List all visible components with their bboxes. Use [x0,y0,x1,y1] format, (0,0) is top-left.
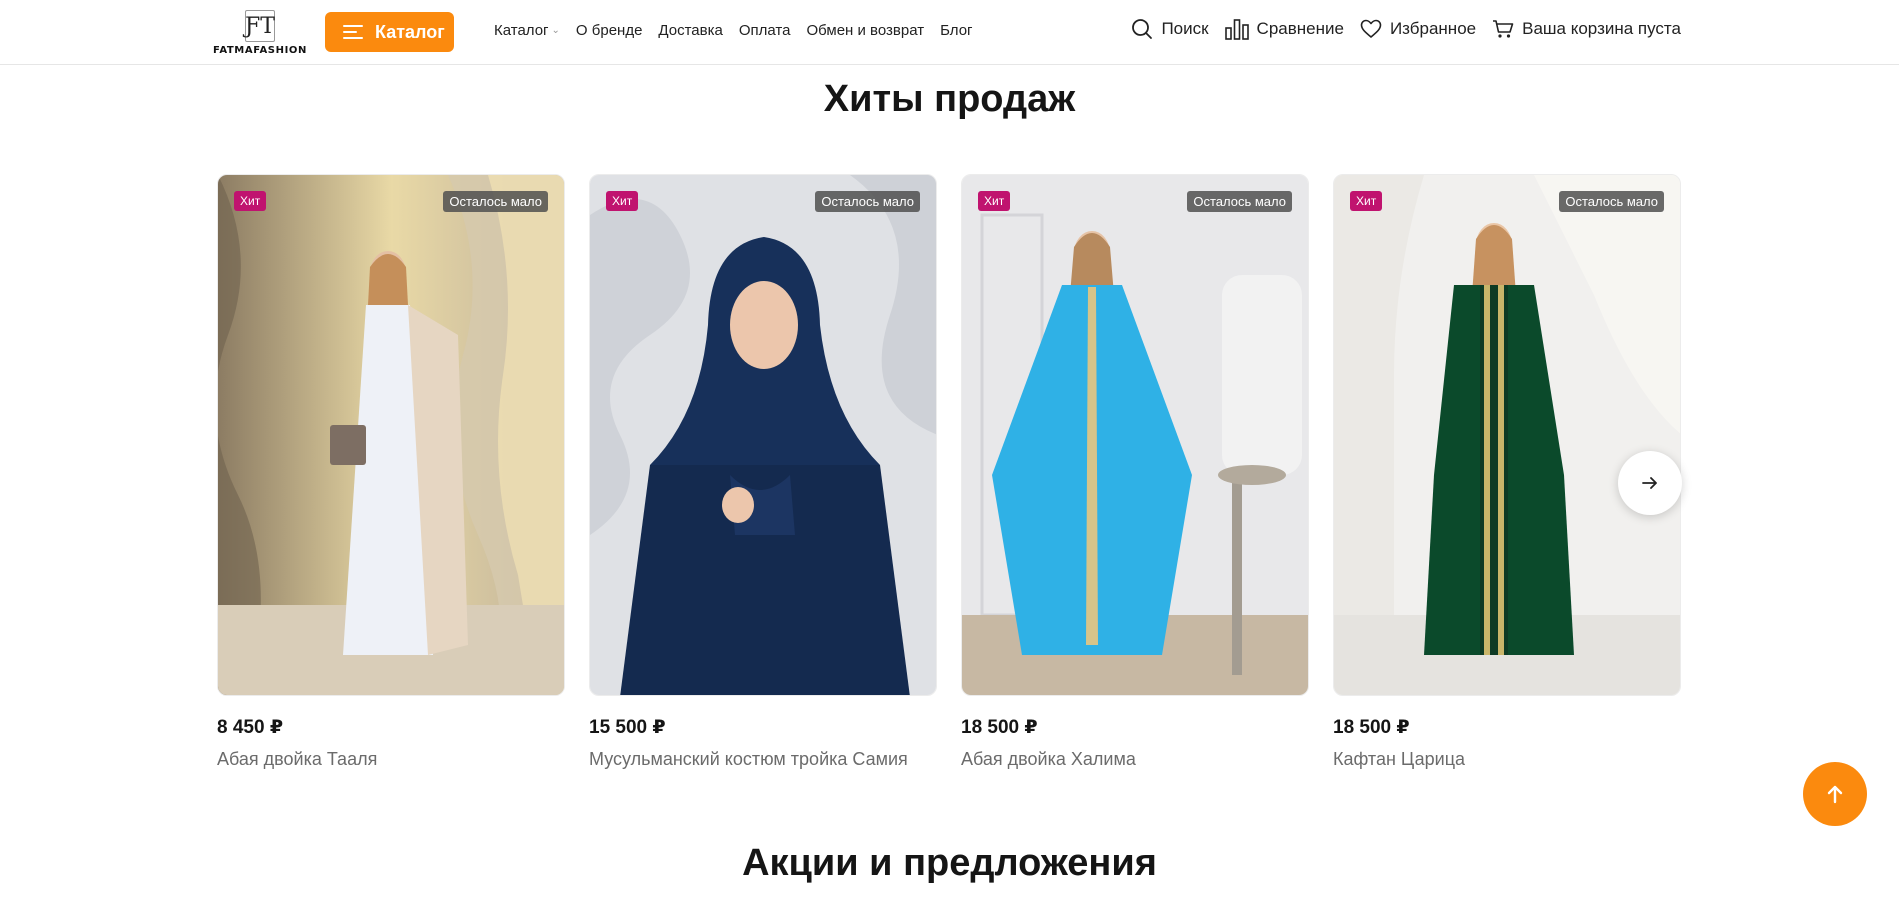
menu-icon [343,25,363,39]
product-image[interactable]: Хит Осталось мало [1333,174,1681,696]
product-card[interactable]: Хит Осталось мало 18 500 ₽ Абая двойка Х… [961,174,1309,770]
logo-monogram: ƑT [245,10,275,42]
search-icon [1132,19,1153,39]
low-stock-badge: Осталось мало [1559,191,1664,212]
catalog-button[interactable]: Каталог [325,12,454,52]
product-price: 15 500 ₽ [589,717,666,738]
product-photo-costume-navy [590,175,936,695]
nav-item-returns[interactable]: Обмен и возврат [806,22,924,39]
heart-icon [1360,19,1382,38]
product-price: 8 450 ₽ [217,717,284,738]
product-name[interactable]: Кафтан Царица [1333,749,1681,770]
compare-button[interactable]: Сравнение [1224,18,1344,40]
hit-badge: Хит [606,191,639,211]
product-name[interactable]: Мусульманский костюм тройка Самия [589,749,937,770]
low-stock-badge: Осталось мало [443,191,548,212]
product-price: 18 500 ₽ [961,717,1038,738]
main-nav: Каталог ⌄ О бренде Доставка Оплата Обмен… [494,22,973,39]
logo-text: FATMAFASHION [213,45,307,56]
product-photo-abaya-blue [962,175,1308,695]
hit-badge: Хит [234,191,267,211]
compare-icon [1224,19,1249,40]
promos-section-title: Акции и предложения [742,842,1157,884]
nav-item-blog[interactable]: Блог [940,22,972,39]
nav-item-delivery[interactable]: Доставка [658,22,722,39]
catalog-button-label: Каталог [375,21,445,42]
hit-badge: Хит [978,191,1011,211]
product-name[interactable]: Абая двойка Тааля [217,749,565,770]
carousel-next-button[interactable] [1618,451,1682,515]
nav-item-payment[interactable]: Оплата [739,22,791,39]
brand-logo[interactable]: ƑT FATMAFASHION [213,10,306,58]
nav-item-catalog[interactable]: Каталог ⌄ [494,22,560,39]
site-header: ƑT FATMAFASHION Каталог Каталог ⌄ О брен… [0,0,1899,65]
favorites-button[interactable]: Избранное [1360,18,1476,40]
arrow-up-icon [1827,785,1843,804]
nav-item-about[interactable]: О бренде [576,22,643,39]
cart-button[interactable]: Ваша корзина пуста [1492,18,1681,40]
low-stock-badge: Осталось мало [815,191,920,212]
hits-section-title: Хиты продаж [823,78,1076,120]
hit-badge: Хит [1350,191,1383,211]
cart-icon [1493,20,1514,38]
chevron-down-icon: ⌄ [551,25,560,36]
product-name[interactable]: Абая двойка Халима [961,749,1309,770]
scroll-to-top-button[interactable] [1803,762,1867,826]
search-button[interactable]: Поиск [1131,18,1209,40]
product-image[interactable]: Хит Осталось мало [217,174,565,696]
arrow-right-icon [1642,477,1657,489]
product-image[interactable]: Хит Осталось мало [961,174,1309,696]
header-actions: Поиск Сравнение Избранное Ваша корзина п… [1131,18,1681,40]
product-price: 18 500 ₽ [1333,717,1410,738]
product-card[interactable]: Хит Осталось мало 15 500 ₽ Мусульманский… [589,174,937,770]
product-photo-kaftan-green [1334,175,1680,695]
low-stock-badge: Осталось мало [1187,191,1292,212]
product-photo-abaya-white [218,175,564,695]
product-image[interactable]: Хит Осталось мало [589,174,937,696]
product-card[interactable]: Хит Осталось мало 8 450 ₽ Абая двойка Та… [217,174,565,770]
